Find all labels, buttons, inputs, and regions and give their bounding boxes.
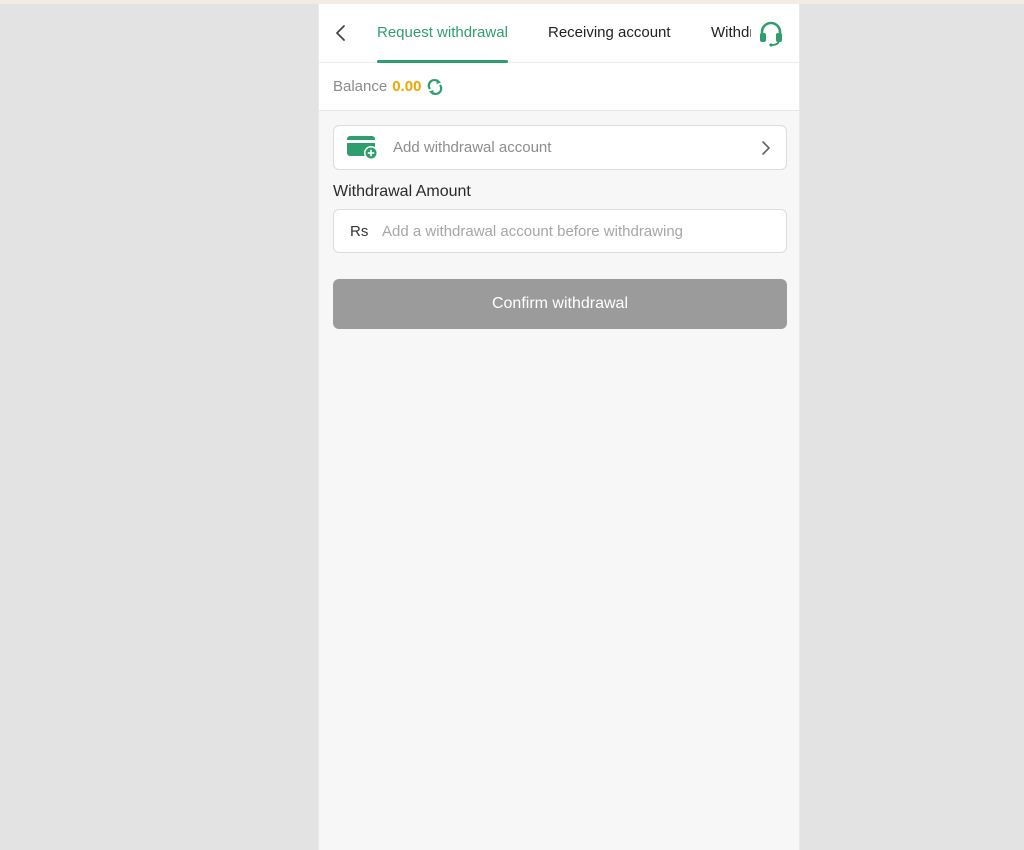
balance-label: Balance	[333, 78, 388, 95]
headset-icon	[760, 21, 782, 47]
support-button[interactable]	[755, 19, 787, 49]
add-withdrawal-account-button[interactable]: Add withdrawal account	[333, 125, 787, 170]
tab-receiving-account[interactable]: Receiving account	[548, 4, 671, 63]
balance-row: Balance 0.00	[319, 63, 799, 111]
chevron-left-icon	[336, 25, 345, 41]
back-button[interactable]	[331, 21, 351, 45]
refresh-icon	[428, 78, 443, 95]
tab-request-withdrawal[interactable]: Request withdrawal	[377, 4, 508, 63]
withdrawal-amount-label: Withdrawal Amount	[333, 183, 471, 200]
withdrawal-amount-field: Rs	[333, 209, 787, 253]
refresh-button[interactable]	[426, 78, 444, 96]
card-add-icon	[346, 135, 380, 161]
currency-symbol: Rs	[350, 222, 369, 240]
balance-value: 0.00	[392, 78, 422, 95]
withdrawal-amount-input[interactable]	[382, 210, 776, 252]
add-withdrawal-account-label: Add withdrawal account	[393, 139, 552, 156]
tab-withdrawal-history[interactable]: Withdrawal history	[711, 4, 751, 63]
app-container: Request withdrawal Receiving account Wit…	[318, 4, 800, 850]
confirm-withdrawal-button[interactable]: Confirm withdrawal	[333, 279, 787, 329]
header: Request withdrawal Receiving account Wit…	[319, 4, 799, 63]
chevron-right-icon	[760, 140, 772, 156]
